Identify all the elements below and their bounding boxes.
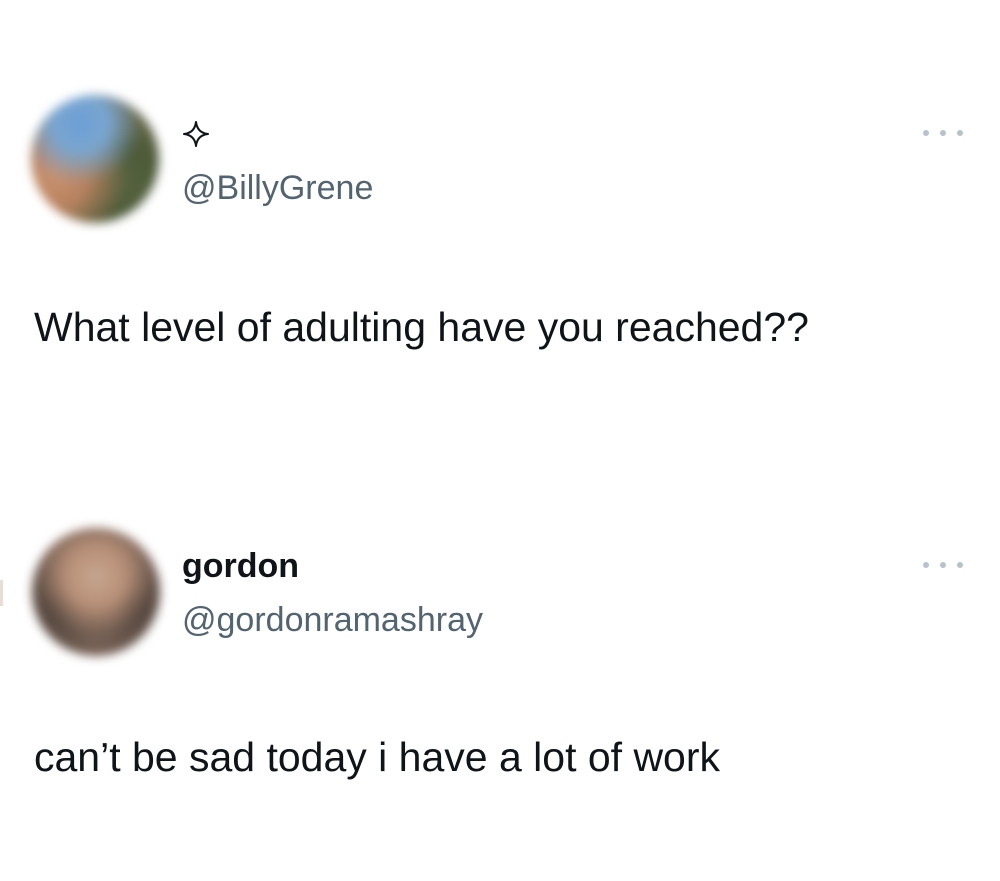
dot <box>957 562 963 568</box>
display-name[interactable]: gordon <box>182 546 299 586</box>
avatar[interactable] <box>31 95 159 223</box>
dot <box>940 562 946 568</box>
post-text: can’t be sad today i have a lot of work <box>34 734 721 780</box>
post-billygrene: @BillyGrene What level of adulting have … <box>0 0 1000 440</box>
user-handle[interactable]: @gordonramashray <box>182 600 483 640</box>
user-handle[interactable]: @BillyGrene <box>182 168 373 208</box>
avatar[interactable] <box>32 528 160 656</box>
more-horizontal-icon[interactable] <box>923 558 963 572</box>
dot <box>940 130 946 136</box>
dot <box>957 130 963 136</box>
post-gordon <box>0 440 1000 881</box>
dot <box>923 130 929 136</box>
cropped-edge <box>0 580 3 606</box>
sparkle-icon <box>183 121 209 147</box>
post-text: What level of adulting have you reached?… <box>34 304 809 350</box>
more-horizontal-icon[interactable] <box>923 126 963 140</box>
dot <box>923 562 929 568</box>
